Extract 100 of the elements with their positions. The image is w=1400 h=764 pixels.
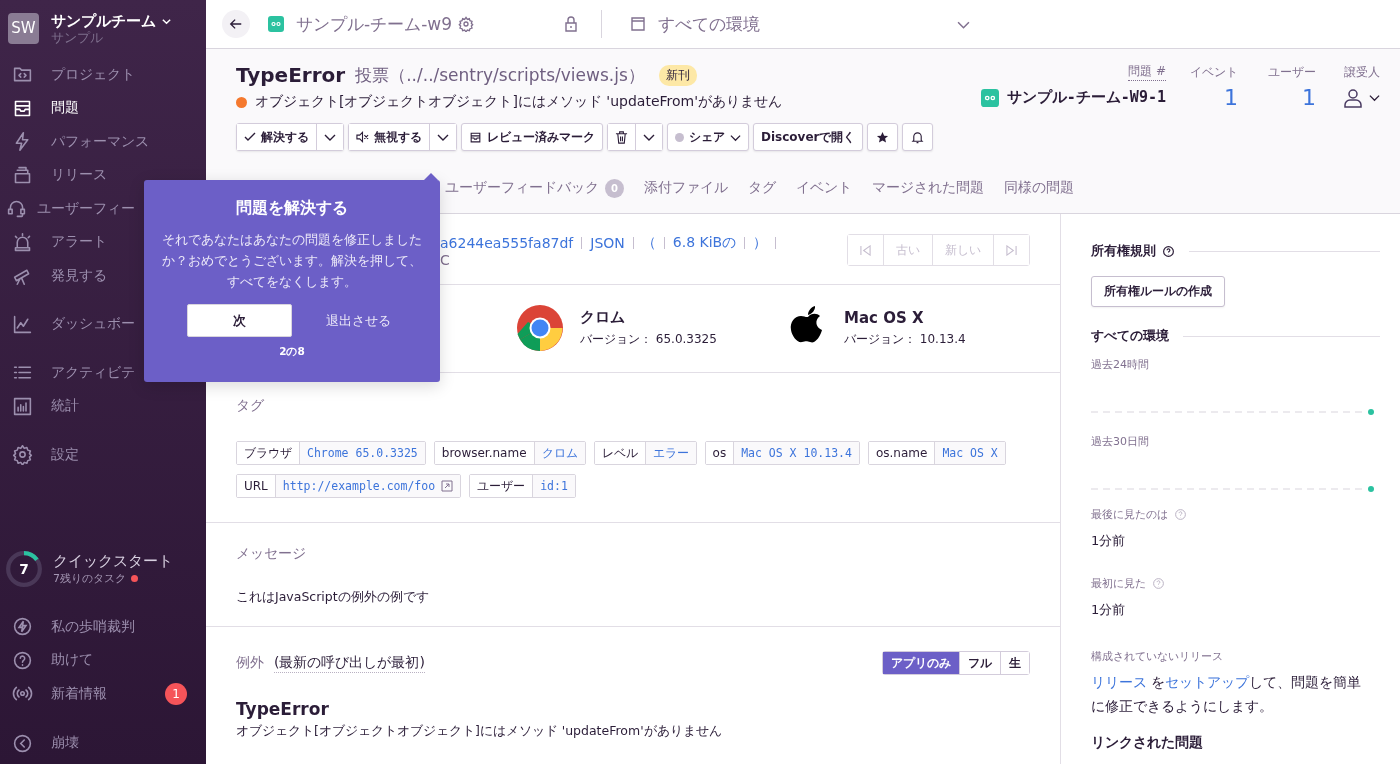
context-version: バージョン： 65.0.3325 — [580, 331, 717, 349]
release-hint: リリース をセットアップして、問題を簡単に修正できるようにします。 — [1091, 673, 1363, 716]
tab[interactable]: イベント — [796, 179, 852, 213]
tab[interactable]: 添付ファイル — [644, 179, 728, 213]
inbox-icon — [469, 130, 482, 144]
project-icon — [980, 88, 999, 107]
exception-type: TypeError — [236, 699, 330, 719]
sidebar-item[interactable]: パフォーマンス — [0, 125, 206, 159]
release-label: 構成されていないリリース — [1091, 649, 1223, 664]
delete-button[interactable] — [608, 124, 635, 150]
level-dot — [236, 96, 247, 108]
tag-pill[interactable]: ユーザー id:1 — [469, 474, 576, 498]
caret-icon[interactable] — [161, 16, 172, 27]
step-counter: 2の8 — [279, 345, 305, 359]
section-title: タグ — [236, 397, 265, 415]
event-id-link[interactable]: a6244ea555fa87df — [440, 235, 574, 251]
context-version: バージョン： 10.13.4 — [844, 331, 966, 348]
sidebar-item[interactable]: 設定 — [0, 438, 206, 472]
view-toggle[interactable]: 生 — [1000, 652, 1029, 674]
sidebar-item[interactable]: 私の歩哨裁判 — [0, 610, 206, 644]
tab[interactable]: タグ — [748, 179, 776, 213]
sidebar-item[interactable]: プロジェクト — [0, 58, 206, 92]
event-link[interactable]: ） — [753, 234, 768, 252]
dropdown-button[interactable] — [316, 124, 343, 150]
org-subtitle: サンプル — [51, 31, 104, 44]
mute-icon — [356, 131, 369, 143]
project-icon — [268, 16, 284, 32]
next-button[interactable]: 次 — [187, 304, 292, 337]
release-link[interactable]: リリース — [1091, 674, 1147, 690]
environment-selector[interactable]: すべての環境 — [630, 12, 970, 36]
project-selector[interactable]: サンプル-チーム-w9 — [296, 12, 452, 36]
org-avatar[interactable]: SW — [8, 12, 39, 44]
tag-pill[interactable]: browser.name クロム — [433, 441, 586, 465]
settings-icon[interactable] — [458, 16, 474, 32]
section-title: メッセージ — [236, 545, 307, 563]
dismiss-button[interactable]: 退出させる — [320, 310, 397, 331]
event-count[interactable]: 1 — [1224, 85, 1238, 110]
tour-title: 問題を解決する — [236, 198, 348, 219]
help-icon[interactable] — [1162, 244, 1175, 258]
seen-label: 最後に見たのは — [1091, 507, 1168, 522]
tag-pill[interactable]: os Mac OS X 10.13.4 — [704, 441, 860, 465]
stat-label: 問題 # — [1128, 63, 1166, 81]
view-toggle[interactable]: アプリのみ — [883, 652, 959, 674]
sidebar-item[interactable]: 新着情報 1 — [0, 677, 206, 711]
sidebar-item[interactable]: 統計 — [0, 389, 206, 423]
issue-message: オブジェクト[オブジェクトオブジェクト]にはメソッド 'updateFrom'がありません — [255, 93, 783, 111]
subscribe-button[interactable] — [902, 123, 934, 151]
assignee-selector[interactable] — [1343, 87, 1380, 108]
create-rule-button[interactable]: 所有権ルールの作成 — [1091, 276, 1225, 307]
org-name[interactable]: サンプルチーム — [51, 12, 156, 31]
mark-reviewed-button[interactable]: レビュー済みマーク — [461, 123, 603, 151]
short-id: サンプル-チーム-W9-1 — [1006, 88, 1166, 107]
stat-label: イベント — [1190, 63, 1238, 81]
exception-value: オブジェクト[オブジェクトオブジェクト]にはメソッド 'updateFrom'がありません — [236, 723, 723, 740]
ignore-button[interactable]: 無視する — [349, 124, 429, 150]
sort-note[interactable]: (最新の呼び出しが最初) — [274, 653, 425, 673]
event-link[interactable]: （ — [641, 234, 656, 252]
tag-pill[interactable]: ブラウザ Chrome 65.0.3325 — [236, 441, 426, 465]
notification-badge: 1 — [165, 682, 187, 705]
message-text: これはJavaScriptの例外の例です — [236, 589, 430, 606]
help-icon — [12, 649, 33, 671]
context-name: Mac OS X — [844, 309, 925, 327]
resolve-button[interactable]: 解決する — [237, 124, 316, 150]
gear-icon — [12, 444, 33, 466]
release-link[interactable]: セットアップ — [1165, 674, 1250, 690]
sidebar-item[interactable]: 助けて — [0, 643, 206, 677]
browser-logo-icon — [516, 304, 564, 353]
skip-last-icon — [1006, 244, 1017, 256]
tag-pill[interactable]: URL http://example.com/foo — [236, 474, 462, 498]
tag-pill[interactable]: os.name Mac OS X — [867, 441, 1006, 465]
event-link[interactable]: 6.8 KiBの — [672, 234, 737, 252]
section-title: リンクされた問題 — [1091, 734, 1203, 752]
section-title: 例外 — [236, 654, 264, 672]
lock-icon[interactable] — [563, 16, 579, 32]
sidebar-item[interactable]: ユーザーフィー — [0, 192, 206, 226]
sidebar-item[interactable]: リリース — [0, 158, 206, 192]
tab[interactable]: マージされた問題 — [872, 179, 984, 213]
share-button[interactable]: シェア — [667, 123, 749, 151]
tag-pill[interactable]: レベル エラー — [593, 441, 697, 465]
caret-icon — [1369, 92, 1380, 103]
discover-button[interactable]: Discoverで開く — [753, 123, 864, 151]
event-link[interactable]: JSON — [590, 235, 625, 251]
quickstart-title[interactable]: クイックスタート — [53, 552, 173, 571]
count-badge: 0 — [605, 179, 624, 198]
external-link-icon[interactable] — [441, 480, 454, 492]
bookmark-button[interactable] — [867, 123, 899, 151]
dropdown-button[interactable] — [429, 124, 456, 150]
event-date: C — [440, 252, 451, 268]
stat-label: ユーザー — [1268, 63, 1316, 81]
sidebar-item[interactable]: アクティビテ — [0, 356, 206, 390]
tab[interactable]: ユーザーフィードバック 0 — [445, 179, 624, 213]
section-title: すべての環境 — [1091, 327, 1169, 345]
sidebar-item[interactable]: 問題 — [0, 91, 206, 125]
issue-title: TypeError — [236, 63, 346, 87]
range-label: 過去24時間 — [1091, 357, 1149, 372]
user-count[interactable]: 1 — [1302, 85, 1316, 110]
back-button[interactable] — [222, 10, 250, 38]
tab[interactable]: 同様の問題 — [1004, 179, 1074, 213]
tour-text: それであなたはあなたの問題を修正しましたか？おめでとうございます。解決を押して、すべてをなくします。 — [161, 231, 423, 291]
collapse-button[interactable]: 崩壊 — [0, 726, 206, 760]
